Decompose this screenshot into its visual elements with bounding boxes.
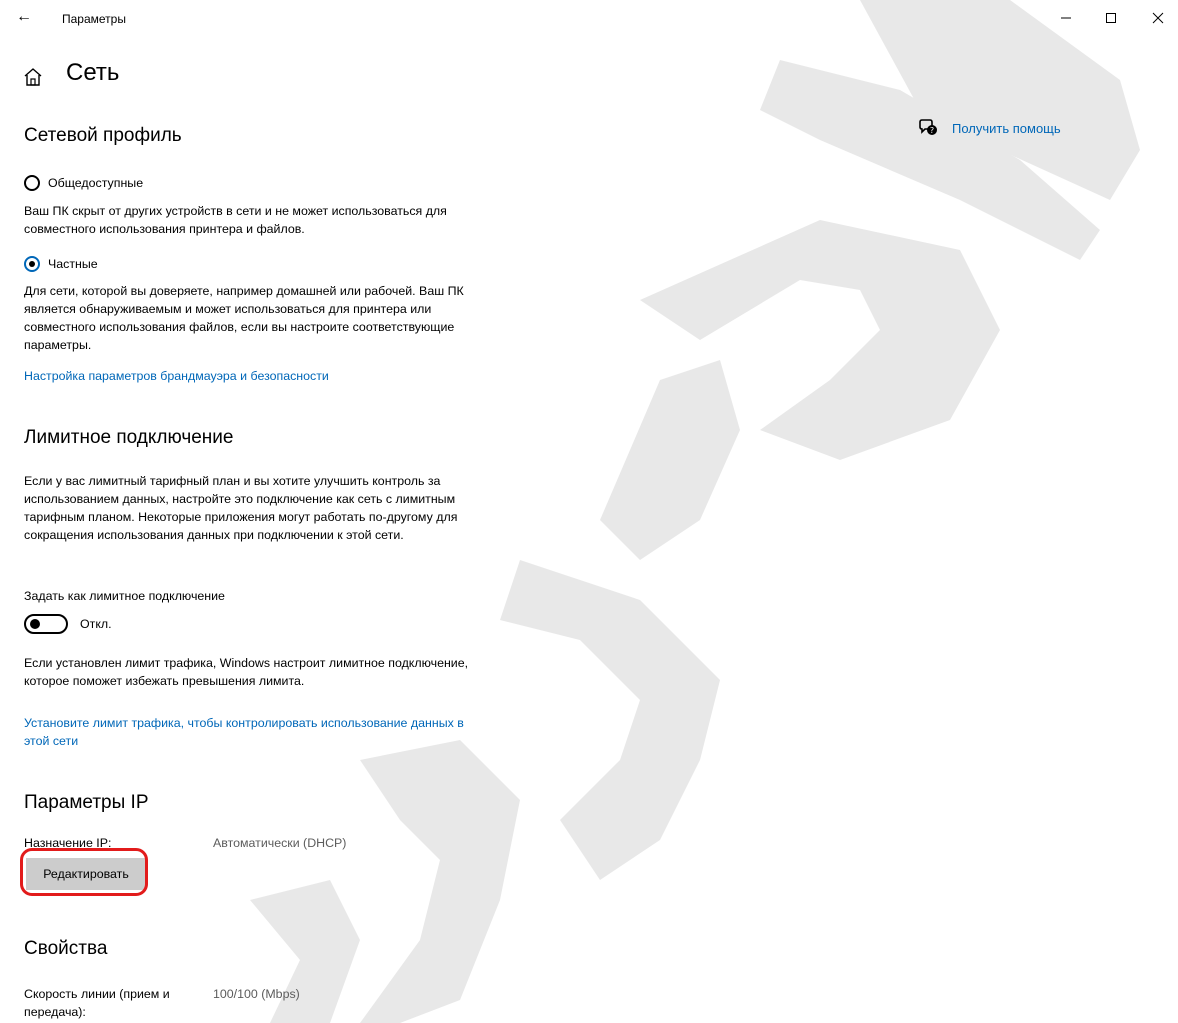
data-limit-link[interactable]: Установите лимит трафика, чтобы контроли…	[24, 714, 474, 750]
radio-public-label: Общедоступные	[48, 176, 144, 190]
svg-text:?: ?	[930, 126, 934, 135]
chat-help-icon: ?	[919, 119, 937, 135]
radio-private-circle[interactable]	[24, 256, 40, 272]
close-button[interactable]	[1143, 4, 1173, 32]
firewall-settings-link[interactable]: Настройка параметров брандмауэра и безоп…	[24, 367, 474, 385]
metered-toggle-caption: Задать как лимитное подключение	[24, 589, 225, 603]
get-help-link[interactable]: Получить помощь	[952, 121, 1061, 136]
close-icon	[1152, 12, 1164, 24]
settings-window: ← Параметры Сеть ? Получить помощь Сетев…	[0, 0, 1178, 1023]
radio-private-label: Частные	[48, 257, 98, 271]
get-help[interactable]: ? Получить помощь	[918, 118, 1061, 138]
link-speed-label: Скорость линии (прием и передача):	[24, 987, 170, 1019]
metered-toggle-row[interactable]: Откл.	[24, 614, 112, 634]
page-title: Сеть	[66, 59, 120, 86]
link-speed-value: 100/100 (Mbps)	[213, 987, 300, 1001]
metered-toggle-state: Откл.	[80, 617, 112, 631]
limit-note: Если установлен лимит трафика, Windows н…	[24, 656, 469, 688]
minimize-button[interactable]	[1051, 4, 1081, 32]
radio-public-circle[interactable]	[24, 175, 40, 191]
public-description: Ваш ПК скрыт от других устройств в сети …	[24, 204, 447, 236]
title-bar: ← Параметры	[0, 0, 1178, 36]
maximize-icon	[1106, 13, 1116, 23]
metered-toggle-switch[interactable]	[24, 614, 68, 634]
minimize-icon	[1061, 17, 1071, 19]
window-title: Параметры	[62, 12, 126, 26]
properties-heading: Свойства	[24, 938, 108, 959]
back-arrow-icon[interactable]: ←	[12, 6, 36, 28]
metered-heading: Лимитное подключение	[24, 427, 234, 448]
ip-assignment-label: Назначение IP:	[24, 836, 112, 850]
metered-description: Если у вас лимитный тарифный план и вы х…	[24, 474, 458, 542]
home-icon[interactable]	[22, 66, 44, 88]
ip-settings-heading: Параметры IP	[24, 792, 149, 813]
private-description: Для сети, которой вы доверяете, например…	[24, 284, 464, 352]
ip-assignment-value: Автоматически (DHCP)	[213, 836, 347, 850]
edit-ip-button[interactable]: Редактировать	[26, 858, 146, 890]
radio-private[interactable]: Частные	[24, 254, 98, 274]
network-profile-heading: Сетевой профиль	[24, 125, 182, 146]
maximize-button[interactable]	[1096, 4, 1126, 32]
radio-public[interactable]: Общедоступные	[24, 173, 143, 193]
